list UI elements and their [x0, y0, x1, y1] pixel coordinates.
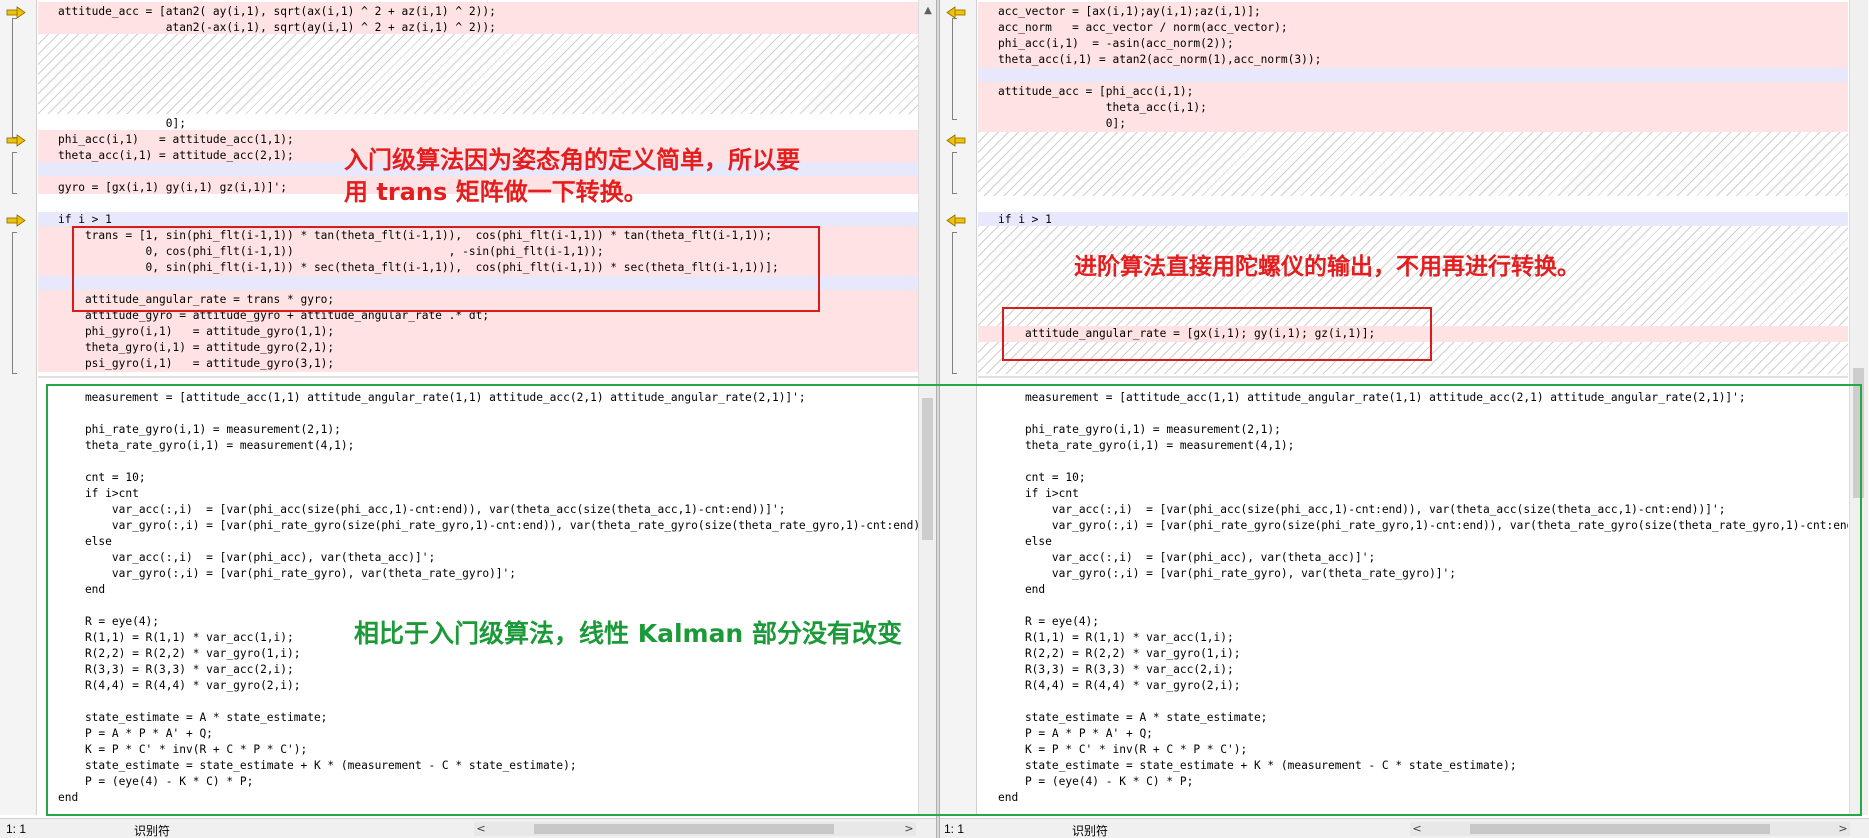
scroll-up-icon[interactable]: ▲: [919, 4, 937, 18]
code-line: theta_gyro(i,1) = attitude_gyro(2,1);: [58, 341, 335, 354]
diff-line-band: [978, 68, 1848, 82]
diff-block-bracket: [952, 152, 957, 194]
code-line: atan2(-ax(i,1), sqrt(ay(i,1) ^ 2 + az(i,…: [58, 21, 496, 34]
scrollbar-thumb[interactable]: [534, 824, 834, 834]
diff-arrow-right-icon[interactable]: [6, 214, 26, 227]
right-status-bar: 1: 1 识别符 < >: [940, 818, 1869, 838]
scroll-left-icon[interactable]: <: [474, 822, 488, 836]
scroll-left-icon[interactable]: <: [1410, 822, 1424, 836]
code-line: 0];: [58, 117, 186, 130]
diff-missing-band: [978, 132, 1848, 196]
kalman-common-highlight-box: [46, 384, 1862, 816]
diff-block-bracket: [952, 232, 957, 374]
code-line: phi_acc(i,1) = -asin(acc_norm(2));: [998, 37, 1234, 50]
diff-block-bracket: [12, 152, 17, 194]
code-line: theta_acc(i,1) = atan2(acc_norm(1),acc_n…: [998, 53, 1322, 66]
scroll-right-icon[interactable]: >: [1836, 822, 1850, 836]
cursor-position: 1: 1: [944, 822, 965, 836]
code-line: phi_gyro(i,1) = attitude_gyro(1,1);: [58, 325, 335, 338]
status-identifier-label: 识别符: [134, 824, 171, 838]
code-line: theta_acc(i,1);: [998, 101, 1207, 114]
trans-matrix-highlight-box: [72, 226, 820, 312]
code-line: attitude_acc = [phi_acc(i,1);: [998, 85, 1194, 98]
diff-arrow-left-icon[interactable]: [946, 214, 966, 227]
gyro-rate-highlight-box: [1002, 307, 1432, 361]
code-line: if i > 1: [998, 213, 1052, 226]
diff-arrow-right-icon[interactable]: [6, 134, 26, 147]
diff-missing-band: [38, 34, 918, 114]
scrollbar-thumb[interactable]: [1470, 824, 1770, 834]
diff-arrow-left-icon[interactable]: [946, 6, 966, 19]
right-annotation: 进阶算法直接用陀螺仪的输出，不用再进行转换。: [1074, 254, 1580, 280]
left-status-bar: 1: 1 识别符 < >: [0, 818, 936, 838]
left-annotation-line: 入门级算法因为姿态角的定义简单，所以要: [344, 146, 800, 174]
diff-arrow-right-icon[interactable]: [6, 6, 26, 19]
status-identifier-label: 识别符: [1072, 824, 1109, 838]
scroll-right-icon[interactable]: >: [902, 822, 916, 836]
kalman-annotation: 相比于入门级算法，线性 Kalman 部分没有改变: [354, 619, 902, 648]
code-line: acc_norm = acc_vector / norm(acc_vector)…: [998, 21, 1288, 34]
left-annotation-line: 用 trans 矩阵做一下转换。: [344, 178, 648, 206]
diff-separator: [38, 376, 918, 378]
diff-separator: [978, 376, 1848, 378]
code-line: attitude_acc = [atan2( ay(i,1), sqrt(ax(…: [58, 5, 496, 18]
diff-arrow-left-icon[interactable]: [946, 134, 966, 147]
diff-block-bracket: [952, 18, 957, 120]
left-gutter: [0, 0, 37, 815]
code-line: psi_gyro(i,1) = attitude_gyro(3,1);: [58, 357, 335, 370]
diff-block-bracket: [12, 18, 17, 138]
right-horizontal-scrollbar[interactable]: < >: [1410, 822, 1850, 836]
left-annotation: 入门级算法因为姿态角的定义简单，所以要 用 trans 矩阵做一下转换。: [344, 144, 800, 208]
cursor-position: 1: 1: [6, 822, 27, 836]
code-line: 0];: [998, 117, 1126, 130]
code-line: acc_vector = [ax(i,1);ay(i,1);az(i,1)];: [998, 5, 1261, 18]
left-horizontal-scrollbar[interactable]: < >: [474, 822, 916, 836]
diff-block-bracket: [12, 232, 17, 374]
